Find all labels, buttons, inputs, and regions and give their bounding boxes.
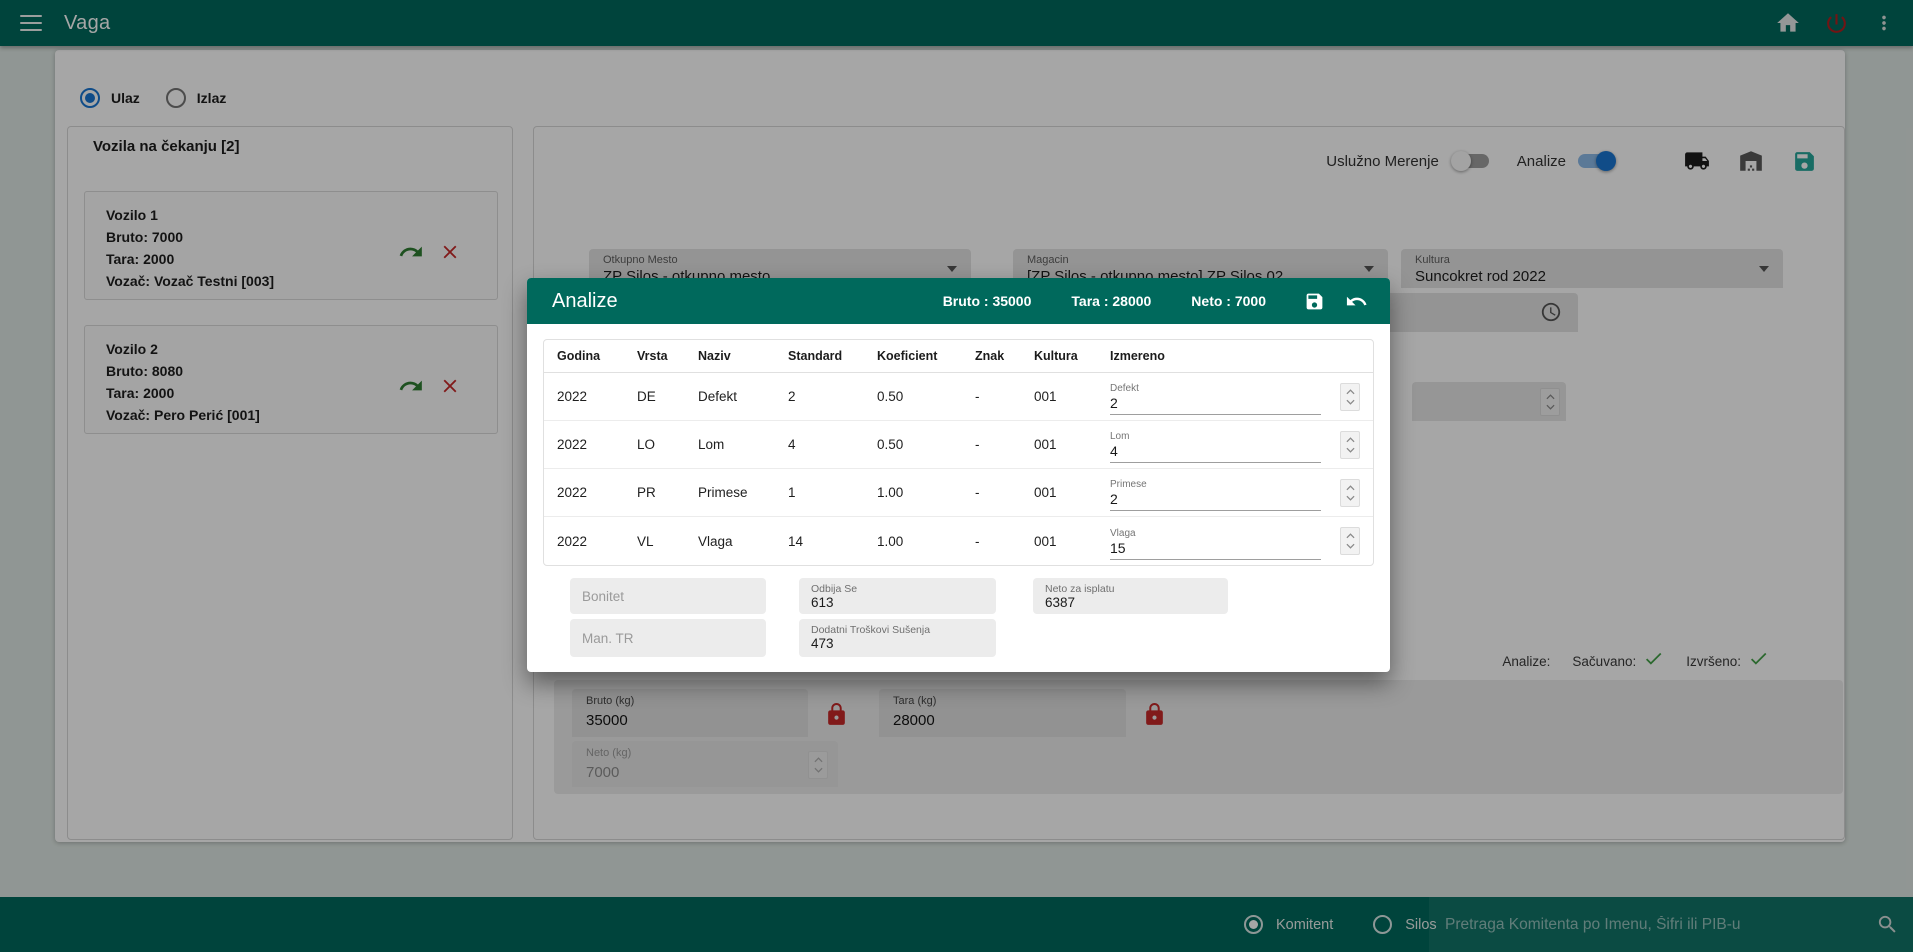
izmereno-input[interactable]: Primese 2 — [1110, 474, 1321, 511]
izmereno-input-label: Primese — [1110, 479, 1321, 490]
summary-tara: Tara : 28000 — [1071, 293, 1151, 309]
odbija-se-label: Odbija Se — [811, 583, 857, 595]
cell-vrsta: DE — [624, 389, 685, 404]
save-icon[interactable] — [1304, 291, 1325, 312]
summary-bruto: Bruto : 35000 — [943, 293, 1032, 309]
cell-naziv: Defekt — [685, 389, 775, 404]
col-naziv: Naziv — [685, 349, 775, 363]
col-znak: Znak — [962, 349, 1021, 363]
analize-modal: Analize Bruto : 35000 Tara : 28000 Neto … — [527, 278, 1390, 672]
cell-godina: 2022 — [544, 437, 624, 452]
odbija-se-value: 613 — [811, 595, 834, 610]
col-koeficient: Koeficient — [864, 349, 962, 363]
cell-vrsta: PR — [624, 485, 685, 500]
analysis-table-header: Godina Vrsta Naziv Standard Koeficient Z… — [544, 340, 1373, 373]
neto-za-isplatu-label: Neto za isplatu — [1045, 583, 1114, 595]
cell-kultura: 001 — [1021, 389, 1097, 404]
cell-znak: - — [962, 389, 1021, 404]
app-screen: Vaga Ulaz Izlaz Vozil — [0, 0, 1913, 952]
neto-za-isplatu-value: 6387 — [1045, 595, 1075, 610]
cell-koeficient: 0.50 — [864, 437, 962, 452]
cell-znak: - — [962, 534, 1021, 549]
stepper-control[interactable] — [1340, 479, 1360, 507]
izmereno-input-label: Defekt — [1110, 383, 1321, 394]
cell-koeficient: 1.00 — [864, 485, 962, 500]
table-row: 2022 VL Vlaga 14 1.00 - 001 Vlaga 15 — [544, 517, 1373, 565]
col-kultura: Kultura — [1021, 349, 1097, 363]
cell-vrsta: VL — [624, 534, 685, 549]
cell-godina: 2022 — [544, 534, 624, 549]
odbija-se-field[interactable]: Odbija Se 613 — [799, 578, 996, 614]
izmereno-input-value[interactable]: 2 — [1110, 490, 1321, 511]
dodatni-troskovi-field[interactable]: Dodatni Troškovi Sušenja 473 — [799, 619, 996, 657]
stepper-control[interactable] — [1340, 527, 1360, 555]
col-standard: Standard — [775, 349, 864, 363]
cell-standard: 4 — [775, 437, 864, 452]
weight-summary: Bruto : 35000 Tara : 28000 Neto : 7000 — [943, 293, 1266, 309]
col-godina: Godina — [544, 349, 624, 363]
dodatni-troskovi-value: 473 — [811, 636, 834, 651]
izmereno-input-label: Lom — [1110, 431, 1321, 442]
col-izmereno: Izmereno — [1097, 349, 1373, 363]
cell-koeficient: 1.00 — [864, 534, 962, 549]
cell-standard: 2 — [775, 389, 864, 404]
cell-naziv: Vlaga — [685, 534, 775, 549]
cell-standard: 1 — [775, 485, 864, 500]
bonitet-label: Bonitet — [570, 589, 624, 604]
izmereno-input[interactable]: Lom 4 — [1110, 426, 1321, 463]
cell-naziv: Lom — [685, 437, 775, 452]
analize-modal-header: Analize Bruto : 35000 Tara : 28000 Neto … — [527, 278, 1390, 324]
undo-icon[interactable] — [1345, 290, 1368, 313]
stepper-control[interactable] — [1340, 431, 1360, 459]
izmereno-input[interactable]: Defekt 2 — [1110, 378, 1321, 415]
neto-za-isplatu-field[interactable]: Neto za isplatu 6387 — [1033, 578, 1228, 614]
izmereno-input[interactable]: Vlaga 15 — [1110, 523, 1321, 560]
izmereno-input-value[interactable]: 4 — [1110, 442, 1321, 463]
table-row: 2022 LO Lom 4 0.50 - 001 Lom 4 — [544, 421, 1373, 469]
col-vrsta: Vrsta — [624, 349, 685, 363]
man-tr-label: Man. TR — [570, 631, 634, 646]
cell-kultura: 001 — [1021, 485, 1097, 500]
cell-znak: - — [962, 437, 1021, 452]
stepper-control[interactable] — [1340, 383, 1360, 411]
izmereno-input-label: Vlaga — [1110, 528, 1321, 539]
table-row: 2022 PR Primese 1 1.00 - 001 Primese 2 — [544, 469, 1373, 517]
cell-godina: 2022 — [544, 389, 624, 404]
cell-kultura: 001 — [1021, 534, 1097, 549]
cell-koeficient: 0.50 — [864, 389, 962, 404]
analize-modal-title: Analize — [552, 290, 618, 313]
izmereno-input-value[interactable]: 2 — [1110, 394, 1321, 415]
cell-kultura: 001 — [1021, 437, 1097, 452]
summary-neto: Neto : 7000 — [1191, 293, 1266, 309]
table-row: 2022 DE Defekt 2 0.50 - 001 Defekt 2 — [544, 373, 1373, 421]
dodatni-troskovi-label: Dodatni Troškovi Sušenja — [811, 624, 930, 636]
bonitet-field[interactable]: Bonitet — [570, 578, 766, 614]
man-tr-field[interactable]: Man. TR — [570, 619, 766, 657]
cell-godina: 2022 — [544, 485, 624, 500]
izmereno-input-value[interactable]: 15 — [1110, 539, 1321, 560]
cell-standard: 14 — [775, 534, 864, 549]
cell-znak: - — [962, 485, 1021, 500]
cell-vrsta: LO — [624, 437, 685, 452]
analysis-table: Godina Vrsta Naziv Standard Koeficient Z… — [543, 339, 1374, 566]
cell-naziv: Primese — [685, 485, 775, 500]
